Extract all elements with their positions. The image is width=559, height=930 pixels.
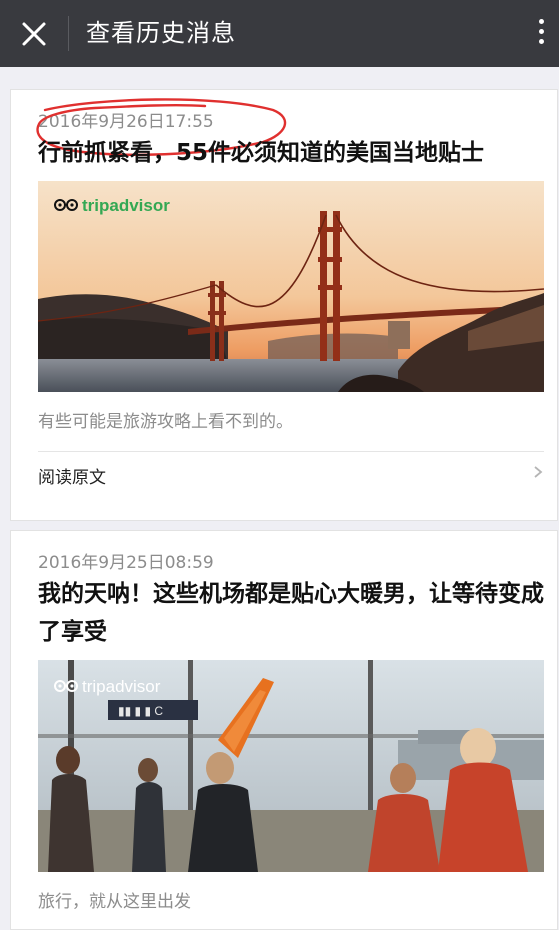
svg-text:tripadvisor: tripadvisor [82, 196, 170, 215]
read-original-label: 阅读原文 [38, 468, 106, 488]
header-divider [68, 16, 69, 51]
read-original-link[interactable]: 阅读原文 [11, 451, 557, 511]
article-summary: 旅行，就从这里出发 [38, 892, 191, 912]
article-title: 行前抓紧看，55件必须知道的美国当地贴士 [38, 140, 485, 166]
airport-terminal-image: ▮▮ ▮ ▮ C tripadvisor [38, 660, 544, 872]
article-card[interactable]: 2016年9月25日08:59 我的天呐！这些机场都是贴心大暖男，让等待变成了享… [10, 530, 558, 930]
svg-text:▮▮ ▮ ▮ C: ▮▮ ▮ ▮ C [118, 704, 163, 718]
golden-gate-bridge-image: tripadvisor [38, 181, 544, 392]
more-button[interactable] [531, 14, 551, 54]
article-date: 2016年9月26日17:55 [38, 112, 214, 132]
more-vertical-icon [531, 19, 551, 44]
close-button[interactable] [18, 18, 50, 50]
svg-text:tripadvisor: tripadvisor [82, 677, 161, 696]
top-bar: 查看历史消息 [0, 0, 559, 67]
page-title: 查看历史消息 [86, 19, 236, 47]
article-cover-image[interactable]: tripadvisor [38, 181, 544, 392]
article-card[interactable]: 2016年9月26日17:55 行前抓紧看，55件必须知道的美国当地贴士 tri… [10, 89, 558, 521]
close-icon [22, 22, 46, 46]
article-date: 2016年9月25日08:59 [38, 553, 214, 573]
article-cover-image[interactable]: ▮▮ ▮ ▮ C tripadvisor [38, 660, 544, 872]
article-summary: 有些可能是旅游攻略上看不到的。 [38, 412, 293, 432]
chevron-right-icon [534, 466, 543, 478]
article-title: 我的天呐！这些机场都是贴心大暖男，让等待变成了享受 [38, 581, 544, 645]
